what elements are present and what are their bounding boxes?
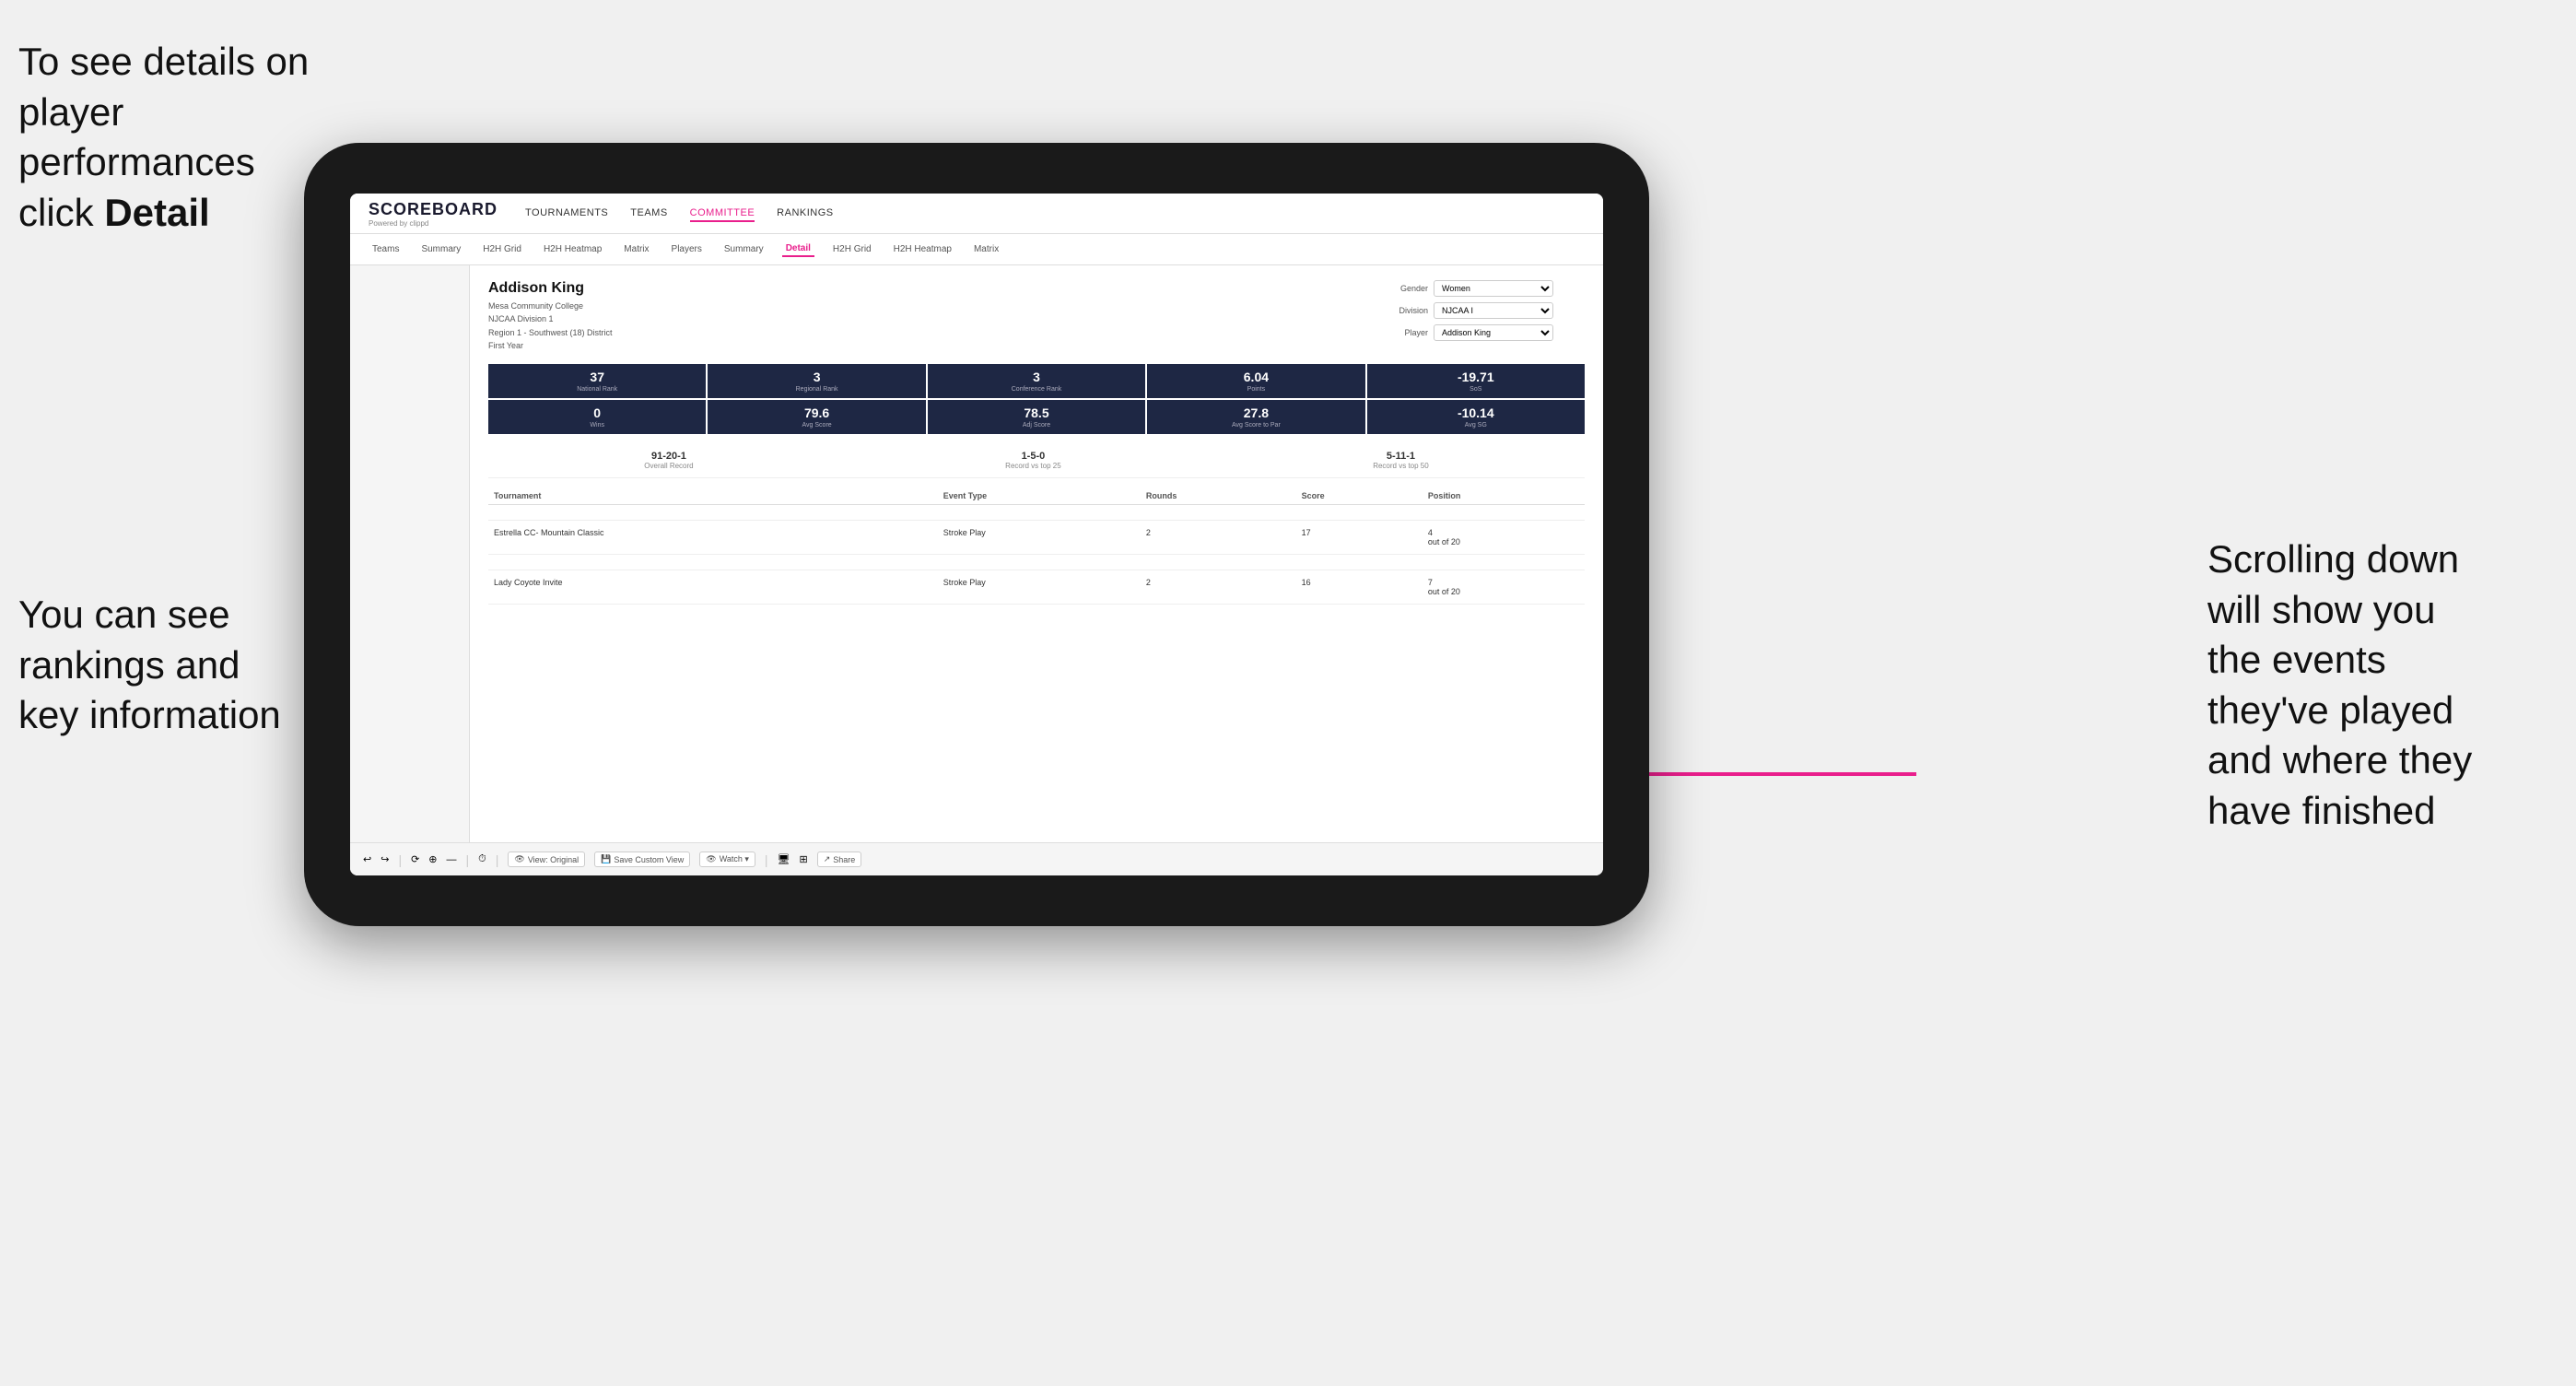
stat-avg-score: 79.6 Avg Score	[708, 400, 925, 434]
records-row: 91-20-1 Overall Record 1-5-0 Record vs t…	[488, 443, 1585, 478]
player-school: Mesa Community College	[488, 300, 613, 312]
player-label: Player	[1382, 328, 1428, 337]
annotation-top-left: To see details on player performances cl…	[18, 37, 332, 238]
annotation-bottom-right: Scrolling downwill show youthe eventsthe…	[2207, 534, 2558, 837]
cell-event-type-1: Stroke Play	[938, 520, 1141, 554]
bottom-toolbar: ↩ ↪ | ⟳ ⊕ — | ⏱ | 👁 View: Original 💾 Sav…	[350, 842, 1603, 875]
nav-tournaments[interactable]: TOURNAMENTS	[525, 206, 608, 222]
sub-nav-matrix[interactable]: Matrix	[620, 242, 652, 256]
nav-teams[interactable]: TEAMS	[630, 206, 667, 222]
player-row: Player Addison King	[1382, 324, 1585, 341]
stat-points: 6.04 Points	[1147, 364, 1364, 398]
logo-text: SCOREBOARD	[369, 200, 498, 219]
nav-rankings[interactable]: RANKINGS	[777, 206, 833, 222]
stat-sos: -19.71 SoS	[1367, 364, 1585, 398]
division-select[interactable]: NJCAA I NJCAA II	[1434, 302, 1553, 319]
clock-icon[interactable]: ⏱	[478, 853, 486, 865]
stat-avg-score-par: 27.8 Avg Score to Par	[1147, 400, 1364, 434]
zoom-icon[interactable]: ⊕	[428, 853, 437, 865]
cell-rounds-1: 2	[1141, 520, 1296, 554]
division-row: Division NJCAA I NJCAA II	[1382, 302, 1585, 319]
sub-nav-matrix2[interactable]: Matrix	[970, 242, 1002, 256]
cell-tournament-1: Estrella CC- Mountain Classic	[488, 520, 938, 554]
record-top50: 5-11-1 Record vs top 50	[1373, 451, 1428, 470]
record-overall: 91-20-1 Overall Record	[644, 451, 693, 470]
sub-nav-detail[interactable]: Detail	[782, 241, 814, 257]
refresh-icon[interactable]: ⟳	[411, 853, 419, 865]
cell-position-2: 7out of 20	[1423, 570, 1585, 604]
undo-icon[interactable]: ↩	[363, 853, 371, 865]
sub-nav: Teams Summary H2H Grid H2H Heatmap Matri…	[350, 234, 1603, 265]
division-label: Division	[1382, 306, 1428, 315]
gender-label: Gender	[1382, 284, 1428, 293]
stat-wins: 0 Wins	[488, 400, 706, 434]
col-event-type: Event Type	[938, 487, 1141, 505]
stat-conference-rank: 3 Conference Rank	[928, 364, 1145, 398]
col-tournament: Tournament	[488, 487, 938, 505]
player-controls: Gender Women Men Division NJCAA I NJCAA …	[1382, 280, 1585, 353]
stat-national-rank: 37 National Rank	[488, 364, 706, 398]
cell-tournament-2: Lady Coyote Invite	[488, 570, 938, 604]
left-panel	[350, 265, 470, 842]
top-nav-items: TOURNAMENTS TEAMS COMMITTEE RANKINGS	[525, 206, 834, 222]
view-icon: 👁	[514, 854, 524, 864]
player-header: Addison King Mesa Community College NJCA…	[488, 280, 1585, 353]
grid-icon[interactable]: ⊞	[800, 853, 808, 865]
sub-nav-h2h-heatmap2[interactable]: H2H Heatmap	[890, 242, 955, 256]
cell-position-1: 4out of 20	[1423, 520, 1585, 554]
save-custom-view-button[interactable]: 💾 Save Custom View	[594, 852, 690, 867]
minus-icon[interactable]: —	[447, 854, 457, 865]
watch-button[interactable]: 👁 Watch ▾	[699, 852, 755, 867]
stats-row1: 37 National Rank 3 Regional Rank 3 Confe…	[488, 364, 1585, 398]
sub-nav-h2h-heatmap[interactable]: H2H Heatmap	[540, 242, 605, 256]
watch-icon: 👁	[706, 854, 716, 864]
annotation-bottom-left: You can seerankings andkey information	[18, 590, 332, 741]
player-division: NJCAA Division 1	[488, 312, 613, 325]
main-content: Addison King Mesa Community College NJCA…	[350, 265, 1603, 842]
logo-area: SCOREBOARD Powered by clippd	[369, 200, 498, 228]
tablet: SCOREBOARD Powered by clippd TOURNAMENTS…	[304, 143, 1649, 926]
stat-regional-rank: 3 Regional Rank	[708, 364, 925, 398]
player-year: First Year	[488, 339, 613, 352]
right-panel: Addison King Mesa Community College NJCA…	[470, 265, 1603, 842]
logo-sub: Powered by clippd	[369, 219, 498, 228]
share-button[interactable]: ↗ Share	[817, 852, 862, 867]
player-name: Addison King	[488, 280, 613, 297]
cell-score-2: 16	[1296, 570, 1423, 604]
gender-row: Gender Women Men	[1382, 280, 1585, 297]
table-row: Estrella CC- Mountain Classic Stroke Pla…	[488, 520, 1585, 554]
table-row: Lady Coyote Invite Stroke Play 2 16 7out…	[488, 570, 1585, 604]
cell-event-type-2: Stroke Play	[938, 570, 1141, 604]
stat-avg-sg: -10.14 Avg SG	[1367, 400, 1585, 434]
player-select[interactable]: Addison King	[1434, 324, 1553, 341]
player-info: Addison King Mesa Community College NJCA…	[488, 280, 613, 353]
top-nav: SCOREBOARD Powered by clippd TOURNAMENTS…	[350, 194, 1603, 234]
redo-icon[interactable]: ↪	[381, 853, 389, 865]
cell-rounds-2: 2	[1141, 570, 1296, 604]
cell-score-1: 17	[1296, 520, 1423, 554]
sub-nav-h2h-grid2[interactable]: H2H Grid	[829, 242, 875, 256]
col-score: Score	[1296, 487, 1423, 505]
monitor-icon[interactable]: 🖥	[778, 853, 790, 865]
tournament-table: Tournament Event Type Rounds Score Posit…	[488, 487, 1585, 605]
gender-select[interactable]: Women Men	[1434, 280, 1553, 297]
view-original-button[interactable]: 👁 View: Original	[508, 852, 585, 867]
save-icon: 💾	[601, 854, 611, 864]
col-position: Position	[1423, 487, 1585, 505]
tablet-screen: SCOREBOARD Powered by clippd TOURNAMENTS…	[350, 194, 1603, 875]
sub-nav-h2h-grid[interactable]: H2H Grid	[479, 242, 525, 256]
sub-nav-summary2[interactable]: Summary	[720, 242, 767, 256]
sub-nav-players[interactable]: Players	[668, 242, 706, 256]
sub-nav-summary[interactable]: Summary	[417, 242, 464, 256]
col-rounds: Rounds	[1141, 487, 1296, 505]
nav-committee[interactable]: COMMITTEE	[690, 206, 755, 222]
stat-adj-score: 78.5 Adj Score	[928, 400, 1145, 434]
record-top25: 1-5-0 Record vs top 25	[1005, 451, 1060, 470]
stats-row2: 0 Wins 79.6 Avg Score 78.5 Adj Score 27.…	[488, 400, 1585, 434]
player-region: Region 1 - Southwest (18) District	[488, 326, 613, 339]
share-icon: ↗	[824, 854, 831, 864]
sub-nav-teams[interactable]: Teams	[369, 242, 403, 256]
